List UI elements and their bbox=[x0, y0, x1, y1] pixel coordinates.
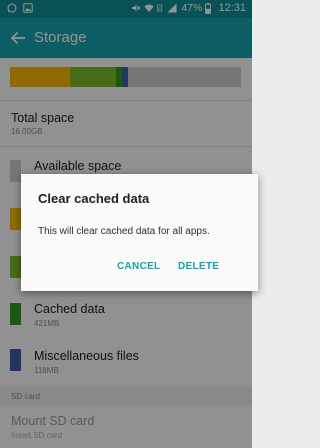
dialog-title: Clear cached data bbox=[38, 191, 150, 206]
delete-button[interactable]: DELETE bbox=[178, 256, 219, 278]
dialog-message: This will clear cached data for all apps… bbox=[38, 226, 210, 237]
cancel-button[interactable]: CANCEL bbox=[117, 256, 160, 278]
clear-cache-dialog: Clear cached data This will clear cached… bbox=[21, 174, 258, 291]
